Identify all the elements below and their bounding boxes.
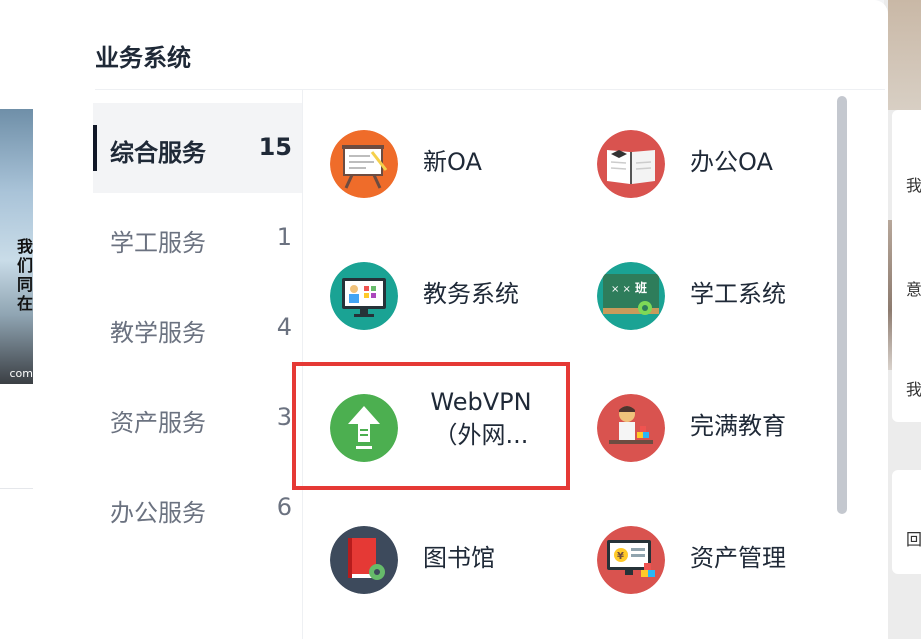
category-assets[interactable]: 资产服务 3: [93, 373, 302, 463]
category-label: 办公服务: [110, 499, 206, 527]
svg-text:× ×: × ×: [611, 284, 631, 295]
app-library[interactable]: 图书馆: [330, 520, 580, 600]
category-list: 综合服务 15 学工服务 1 教学服务 4 资产服务 3 办公服务 6: [93, 103, 302, 553]
category-student-affairs[interactable]: 学工服务 1: [93, 193, 302, 283]
banner-char-2: 们: [16, 256, 33, 275]
app-name: 图书馆: [423, 544, 495, 572]
app-name: 学工系统: [690, 280, 786, 308]
panel-title: 业务系统: [95, 44, 191, 72]
app-wanman-education[interactable]: 完满教育: [597, 388, 847, 468]
presentation-board-icon: [330, 130, 398, 198]
banner-char-4: 在: [16, 294, 33, 313]
asset-monitor-icon: ¥: [597, 526, 665, 594]
banner-caption: 我 们 同 在: [0, 237, 33, 313]
app-name: WebVPN （外网...: [423, 386, 539, 452]
student-reading-icon: [597, 394, 665, 462]
svg-text:¥: ¥: [617, 551, 624, 562]
svg-text:班: 班: [635, 280, 647, 295]
app-name-line1: WebVPN: [430, 388, 532, 416]
side-card-text-2: 意: [906, 280, 921, 299]
category-office[interactable]: 办公服务 6: [93, 463, 302, 553]
banner-char-3: 同: [16, 275, 33, 294]
app-name: 完满教育: [690, 412, 786, 440]
category-comprehensive[interactable]: 综合服务 15: [93, 103, 302, 193]
book-gear-icon: [330, 526, 398, 594]
category-label: 综合服务: [110, 139, 206, 167]
banner-thumbnail[interactable]: 我 们 同 在 com: [0, 109, 33, 384]
category-label: 资产服务: [110, 409, 206, 437]
business-systems-panel: 业务系统 综合服务 15 学工服务 1 教学服务 4 资产服务 3 办公服务 6: [40, 0, 888, 639]
app-student-affairs[interactable]: × × 班 学工系统: [597, 256, 847, 336]
background-divider: [0, 488, 33, 489]
app-name: 办公OA: [690, 148, 773, 176]
banner-char-1: 我: [16, 237, 33, 256]
category-count: 6: [276, 493, 292, 521]
category-count: 15: [258, 133, 292, 161]
banner-url: com: [9, 367, 34, 380]
chalkboard-icon: × × 班: [597, 262, 665, 330]
upload-arrow-icon: [330, 394, 398, 462]
app-name-line2: （外网...: [433, 421, 529, 449]
app-webvpn[interactable]: WebVPN （外网...: [330, 388, 580, 468]
side-card: 我 意 我: [892, 110, 921, 422]
app-name: 教务系统: [423, 280, 519, 308]
app-office-oa[interactable]: 办公OA: [597, 124, 847, 204]
background-right: 我 意 我 回: [884, 0, 921, 639]
app-new-oa[interactable]: 新OA: [330, 124, 580, 204]
category-count: 3: [276, 403, 292, 431]
side-card-text-3: 我: [906, 380, 921, 399]
side-card-text-4: 回: [906, 530, 921, 549]
app-academic-affairs[interactable]: 教务系统: [330, 256, 580, 336]
teaching-monitor-icon: [330, 262, 398, 330]
side-card-2: 回: [892, 470, 921, 574]
category-teaching[interactable]: 教学服务 4: [93, 283, 302, 373]
category-count: 4: [276, 313, 292, 341]
category-count: 1: [276, 223, 292, 251]
category-label: 教学服务: [110, 319, 206, 347]
open-book-icon: [597, 130, 665, 198]
background-photo: [888, 0, 921, 110]
app-name: 资产管理: [690, 544, 786, 572]
side-card-text-1: 我: [906, 176, 921, 195]
category-label: 学工服务: [110, 229, 206, 257]
app-name: 新OA: [423, 148, 482, 176]
app-asset-management[interactable]: ¥ 资产管理: [597, 520, 847, 600]
